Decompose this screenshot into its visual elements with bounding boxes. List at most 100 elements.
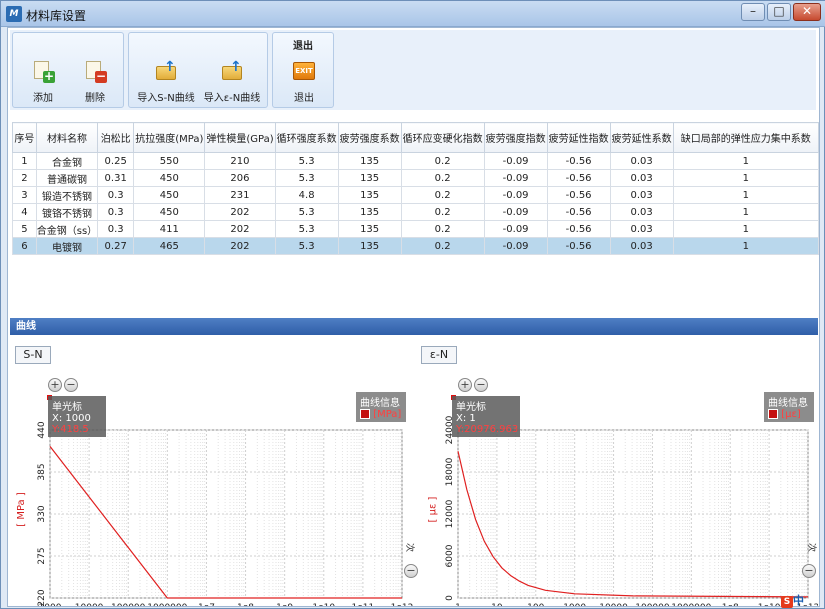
table-row[interactable]: 5 合金钢（ss） 0.3 411 202 5.3 135 0.2 -0.09 -0.56 0.03… [12,220,820,238]
sn-zoom-reset-button[interactable]: − [404,564,418,578]
table-cell[interactable]: 1 [672,237,820,255]
table-cell[interactable]: 3 [12,186,37,204]
minimize-button[interactable]: – [741,3,765,21]
table-cell[interactable]: 0.3 [97,186,135,204]
table-cell[interactable]: 锻造不锈钢 [35,186,99,204]
table-cell[interactable]: 0.2 [400,203,485,221]
table-cell[interactable]: 0.2 [400,186,485,204]
table-cell[interactable]: 0.03 [609,169,674,187]
table-cell[interactable]: 135 [337,169,402,187]
table-cell[interactable]: 0.2 [400,152,485,170]
col-header-index[interactable]: 序号 [12,122,37,153]
table-cell[interactable]: 0.03 [609,237,674,255]
table-row[interactable]: 4 镀铬不锈钢 0.3 450 202 5.3 135 0.2 -0.09 -0.56 0.03 1 [12,203,820,221]
table-cell[interactable]: 5.3 [274,237,339,255]
table-cell[interactable]: -0.09 [483,186,548,204]
col-header-modulus[interactable]: 弹性模量(GPa) [204,122,276,153]
col-header-fatigue-strength-coef[interactable]: 疲劳强度系数 [337,122,402,153]
table-cell[interactable]: 4.8 [274,186,339,204]
import-en-curve-button[interactable]: ↑ 导入ε-N曲线 [201,59,263,105]
table-cell[interactable]: -0.56 [546,220,611,238]
col-header-ductility-coef[interactable]: 疲劳延性系数 [609,122,674,153]
table-row[interactable]: 1 合金钢 0.25 550 210 5.3 135 0.2 -0.09 -0.56 0.03 1 [12,152,820,170]
col-header-stress-concentration[interactable]: 缺口局部的弹性应力集中系数 [672,122,820,153]
table-cell[interactable]: -0.09 [483,237,548,255]
maximize-button[interactable]: □ [767,3,791,21]
exit-button[interactable]: EXIT 退出 [279,59,329,105]
table-cell[interactable]: 0.03 [609,220,674,238]
table-cell[interactable]: 0.03 [609,186,674,204]
table-cell[interactable]: 210 [204,152,276,170]
table-cell[interactable]: 0.03 [609,203,674,221]
table-cell[interactable]: 411 [133,220,206,238]
table-cell[interactable]: 135 [337,152,402,170]
table-cell[interactable]: 135 [337,186,402,204]
tab-en[interactable]: ε-N [421,346,457,364]
table-cell[interactable]: -0.56 [546,237,611,255]
delete-button[interactable]: − 删除 [70,59,120,105]
table-cell[interactable]: -0.56 [546,152,611,170]
col-header-cyclic-strength[interactable]: 循环强度系数 [274,122,339,153]
table-cell[interactable]: 4 [12,203,37,221]
en-zoom-in-button[interactable]: + [458,378,472,392]
table-cell[interactable]: 135 [337,237,402,255]
table-cell[interactable]: -0.09 [483,152,548,170]
table-cell[interactable]: 0.2 [400,220,485,238]
table-cell[interactable]: 202 [204,220,276,238]
table-cell[interactable]: 550 [133,152,206,170]
table-cell[interactable]: 2 [12,169,37,187]
table-cell[interactable]: 1 [672,203,820,221]
close-button[interactable]: ✕ [793,3,821,21]
sn-zoom-out-button[interactable]: − [64,378,78,392]
col-header-fatigue-strength-exp[interactable]: 疲劳强度指数 [483,122,548,153]
table-cell[interactable]: 6 [12,237,37,255]
table-cell[interactable]: 231 [204,186,276,204]
table-cell[interactable]: 206 [204,169,276,187]
col-header-name[interactable]: 材料名称 [35,122,99,153]
table-cell[interactable]: 1 [672,186,820,204]
col-header-ductility-exp[interactable]: 疲劳延性指数 [546,122,611,153]
import-sn-curve-button[interactable]: ↑ 导入S-N曲线 [135,59,197,105]
table-cell[interactable]: 5.3 [274,203,339,221]
table-row[interactable]: 2 普通碳钢 0.31 450 206 5.3 135 0.2 -0.09 -0.56 0.03 1 [12,169,820,187]
table-cell[interactable]: 5.3 [274,169,339,187]
table-cell[interactable]: 0.3 [97,220,135,238]
table-cell[interactable]: 1 [672,220,820,238]
table-cell[interactable]: 202 [204,203,276,221]
table-cell[interactable]: 0.27 [97,237,135,255]
title-bar[interactable]: M 材料库设置 – □ ✕ [1,1,825,27]
sn-zoom-in-button[interactable]: + [48,378,62,392]
col-header-hardening-exp[interactable]: 循环应变硬化指数 [400,122,485,153]
table-cell[interactable]: 5.3 [274,220,339,238]
table-row[interactable]: 6 电镀钢 0.27 465 202 5.3 135 0.2 -0.09 -0.56 0.03 1 [12,237,820,255]
table-cell[interactable]: 450 [133,169,206,187]
table-cell[interactable]: -0.09 [483,220,548,238]
table-cell[interactable]: 450 [133,186,206,204]
table-cell[interactable]: -0.56 [546,186,611,204]
table-cell[interactable]: 202 [204,237,276,255]
table-cell[interactable]: 1 [672,152,820,170]
material-table[interactable]: 序号 材料名称 泊松比 抗拉强度(MPa) 弹性模量(GPa) 循环强度系数 疲… [12,122,820,255]
table-cell[interactable]: 普通碳钢 [35,169,99,187]
table-cell[interactable]: 电镀钢 [35,237,99,255]
table-cell[interactable]: -0.56 [546,203,611,221]
table-cell[interactable]: 135 [337,203,402,221]
table-cell[interactable]: 0.25 [97,152,135,170]
table-cell[interactable]: 0.2 [400,237,485,255]
table-cell[interactable]: 1 [12,152,37,170]
en-zoom-out-button[interactable]: − [474,378,488,392]
table-cell[interactable]: 0.03 [609,152,674,170]
table-cell[interactable]: 镀铬不锈钢 [35,203,99,221]
table-cell[interactable]: -0.09 [483,203,548,221]
table-cell[interactable]: 465 [133,237,206,255]
table-cell[interactable]: -0.09 [483,169,548,187]
table-cell[interactable]: 合金钢 [35,152,99,170]
table-cell[interactable]: 合金钢（ss） [35,220,99,238]
table-cell[interactable]: 135 [337,220,402,238]
input-method-tray[interactable]: S中 [781,592,813,608]
col-header-poisson[interactable]: 泊松比 [97,122,135,153]
table-cell[interactable]: -0.56 [546,169,611,187]
table-cell[interactable]: 0.2 [400,169,485,187]
en-zoom-reset-button[interactable]: − [802,564,816,578]
table-cell[interactable]: 5 [12,220,37,238]
